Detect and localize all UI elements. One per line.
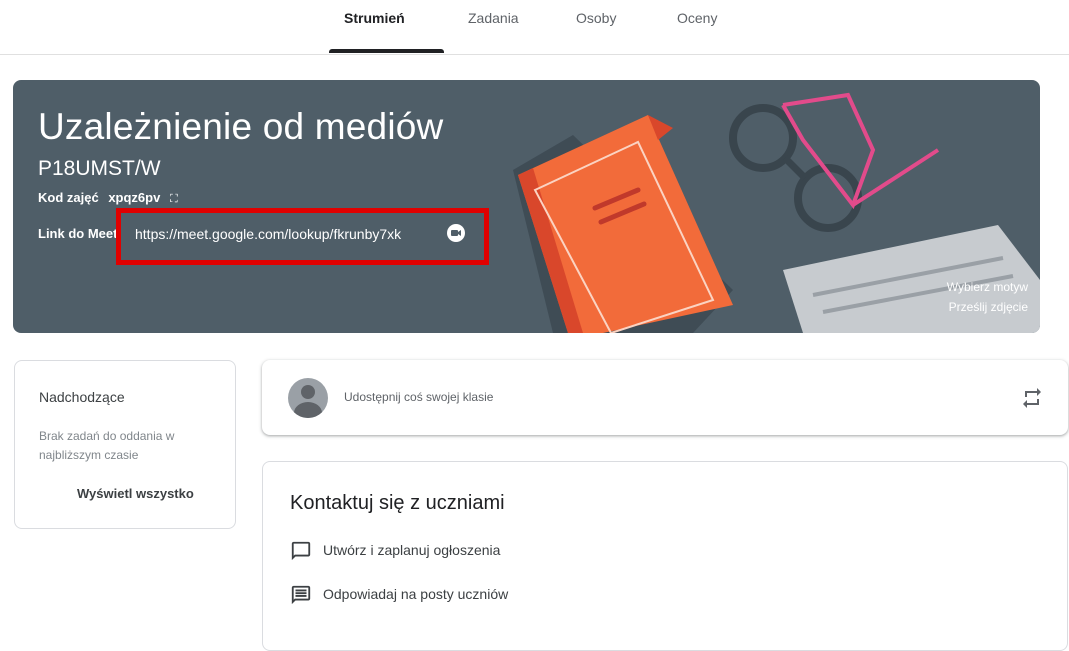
tab-grades[interactable]: Oceny	[677, 10, 717, 26]
contact-students-card: Kontaktuj się z uczniami Utwórz i zaplan…	[262, 461, 1068, 651]
theme-links: Wybierz motyw Prześlij zdjęcie	[947, 277, 1028, 317]
upcoming-card: Nadchodzące Brak zadań do oddania w najb…	[14, 360, 236, 529]
fullscreen-icon[interactable]: ⛶	[170, 193, 178, 206]
upload-photo-link[interactable]: Prześlij zdjęcie	[947, 297, 1028, 317]
tab-stream[interactable]: Strumień	[344, 10, 405, 26]
share-box[interactable]: Udostępnij coś swojej klasie	[262, 360, 1068, 435]
avatar	[288, 378, 328, 418]
upcoming-empty-text: Brak zadań do oddania w najbliższym czas…	[39, 429, 175, 462]
share-input[interactable]: Udostępnij coś swojej klasie	[344, 390, 493, 404]
contact-heading: Kontaktuj się z uczniami	[290, 492, 505, 514]
view-all-link[interactable]: Wyświetl wszystko	[77, 486, 194, 501]
class-section: P18UMST/W	[38, 157, 161, 180]
comments-icon	[291, 585, 311, 605]
class-code-row: Kod zajęć xpqz6pv ⛶	[38, 190, 178, 206]
repost-icon[interactable]	[1020, 386, 1044, 410]
list-item-label: Utwórz i zaplanuj ogłoszenia	[323, 542, 501, 558]
list-item-label: Odpowiadaj na posty uczniów	[323, 586, 509, 602]
highlight-box	[116, 208, 489, 265]
active-tab-indicator	[329, 49, 444, 53]
class-code-value: xpqz6pv	[108, 190, 161, 205]
meet-link-row: Link do Meet https://meet.google.com/loo…	[38, 224, 465, 242]
announcement-icon	[291, 541, 311, 561]
meet-link-label: Link do Meet	[38, 226, 118, 241]
class-banner: Uzależnienie od mediów P18UMST/W Kod zaj…	[13, 80, 1040, 333]
class-title: Uzależnienie od mediów	[38, 106, 444, 147]
tab-people[interactable]: Osoby	[576, 10, 616, 26]
upcoming-heading: Nadchodzące	[39, 389, 125, 405]
tab-classwork[interactable]: Zadania	[468, 10, 519, 26]
select-theme-link[interactable]: Wybierz motyw	[947, 277, 1028, 297]
top-tabs: Strumień Zadania Osoby Oceny	[0, 0, 1069, 55]
class-code-label: Kod zajęć	[38, 190, 99, 205]
